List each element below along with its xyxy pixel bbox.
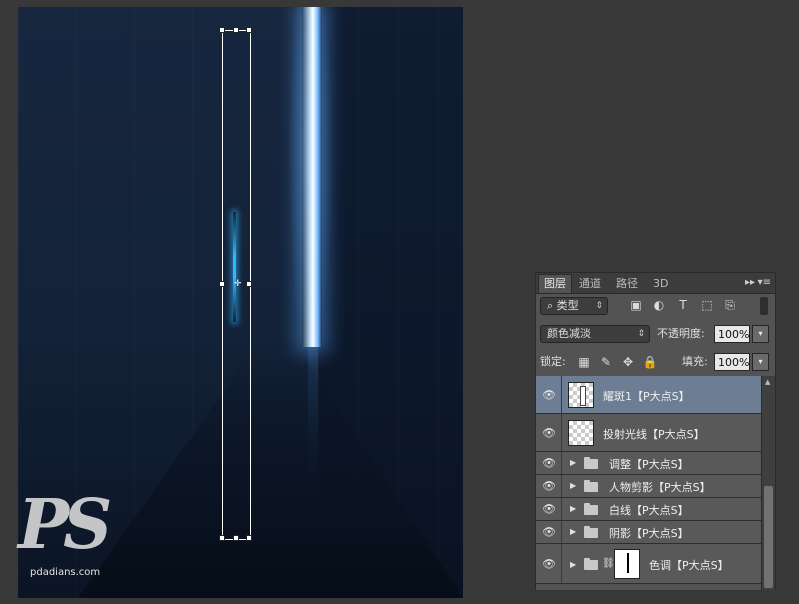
scroll-thumb[interactable] [764, 486, 773, 588]
layer-mask-thumbnail[interactable] [614, 549, 640, 579]
lock-transparent-pixels-icon[interactable]: ▦ [576, 353, 592, 371]
filter-toggle[interactable] [760, 297, 768, 315]
transform-handle-bottom-left[interactable] [219, 535, 225, 541]
group-name: 白线【P大点S】 [609, 504, 689, 517]
tab-layers[interactable]: 图层 [538, 274, 572, 293]
collapse-panel-icon[interactable]: ▸▸ [745, 275, 755, 291]
chevron-updown-icon: ⇕ [637, 329, 645, 339]
layer-row[interactable]: 👁 投射光线【P大点S】 [536, 414, 762, 452]
transform-center-icon[interactable]: ✛ [234, 280, 242, 289]
lock-position-icon[interactable]: ✥ [620, 353, 636, 371]
search-icon: ⌕ [547, 299, 557, 312]
filter-row: ⌕ 类型 ⇕ ▣ ◐ T ⬚ ⎘ [536, 297, 775, 317]
light-slit [302, 7, 322, 347]
tab-channels[interactable]: 通道 [574, 275, 606, 293]
layer-row[interactable]: 👁 耀斑1【P大点S】 [536, 376, 762, 414]
shape-icon[interactable]: ⬚ [699, 297, 715, 313]
folder-icon [584, 480, 598, 492]
layer-group-row[interactable]: 👁 ▶ 阴影【P大点S】 [536, 521, 762, 544]
blend-row: 颜色减淡 ⇕ 不透明度: 100% ▾ [536, 325, 775, 345]
text-icon[interactable]: T [675, 297, 691, 313]
blend-mode-label: 颜色减淡 [547, 327, 591, 340]
layer-group-row[interactable]: 👁 ▶ 调整【P大点S】 [536, 452, 762, 475]
scroll-up-icon[interactable]: ▲ [765, 378, 770, 386]
lock-all-icon[interactable]: 🔒 [642, 353, 658, 371]
layer-thumbnail [568, 382, 594, 408]
watermark-site: pdadians.com [30, 567, 101, 578]
fill-label: 填充: [682, 355, 708, 368]
transform-handle-top-right[interactable] [246, 27, 252, 33]
lock-image-pixels-icon[interactable]: ✎ [598, 353, 614, 371]
expand-triangle-icon[interactable]: ▶ [570, 527, 576, 536]
group-name: 调整【P大点S】 [609, 458, 689, 471]
filter-kind-select[interactable]: ⌕ 类型 ⇕ [540, 297, 608, 315]
folder-icon [584, 526, 598, 538]
visibility-eye-icon[interactable]: 👁 [536, 498, 562, 520]
expand-triangle-icon[interactable]: ▶ [570, 458, 576, 467]
tab-paths[interactable]: 路径 [611, 275, 643, 293]
visibility-eye-icon[interactable]: 👁 [536, 376, 562, 413]
panel-tab-bar: 图层 通道 路径 3D ▸▸ ▾≡ [536, 273, 775, 294]
chevron-updown-icon: ⇕ [595, 301, 603, 311]
blend-mode-select[interactable]: 颜色减淡 ⇕ [540, 325, 650, 343]
transform-handle-bottom-right[interactable] [246, 535, 252, 541]
transform-handle-bottom[interactable] [233, 535, 239, 541]
filter-kind-label: 类型 [556, 299, 579, 312]
visibility-eye-icon[interactable]: 👁 [536, 521, 562, 543]
layer-group-row[interactable]: 👁 ▶ 人物剪影【P大点S】 [536, 475, 762, 498]
smart-object-icon[interactable]: ⎘ [722, 297, 738, 313]
layers-scrollbar[interactable]: ▲ [761, 376, 775, 590]
layers-list: 👁 耀斑1【P大点S】 👁 投射光线【P大点S】 👁 ▶ 调整【P大点S】 👁 … [536, 376, 762, 590]
image-icon[interactable]: ▣ [628, 297, 644, 313]
layer-name: 耀斑1【P大点S】 [603, 390, 690, 403]
expand-triangle-icon[interactable]: ▶ [570, 504, 576, 513]
visibility-eye-icon[interactable]: 👁 [536, 475, 562, 497]
folder-icon [584, 457, 598, 469]
transform-bounding-box[interactable]: ✛ [219, 27, 252, 541]
layer-thumbnail [568, 420, 594, 446]
layers-panel: 图层 通道 路径 3D ▸▸ ▾≡ ⌕ 类型 ⇕ ▣ ◐ T ⬚ ⎘ 颜色减淡 … [535, 272, 776, 590]
chain-link-icon[interactable]: ⛓ [602, 558, 615, 569]
opacity-input[interactable]: 100% [714, 325, 750, 343]
layer-name: 投射光线【P大点S】 [603, 428, 705, 441]
visibility-eye-icon[interactable]: 👁 [536, 452, 562, 474]
folder-icon [584, 503, 598, 515]
layer-group-row[interactable]: 👁 ▶ 白线【P大点S】 [536, 498, 762, 521]
group-name: 阴影【P大点S】 [609, 527, 689, 540]
lock-row: 锁定: ▦ ✎ ✥ 🔒 填充: 100% ▾ [536, 353, 775, 373]
tab-3d[interactable]: 3D [648, 275, 673, 293]
fill-input[interactable]: 100% [714, 353, 750, 371]
opacity-dropdown-button[interactable]: ▾ [752, 325, 769, 343]
group-name: 色调【P大点S】 [649, 559, 729, 572]
visibility-eye-icon[interactable]: 👁 [536, 544, 562, 583]
panel-menu-icon[interactable]: ▾≡ [758, 275, 771, 291]
watermark: PS pdadians.com [18, 490, 128, 585]
opacity-label: 不透明度: [657, 327, 705, 340]
transform-handle-right[interactable] [246, 281, 252, 287]
fill-dropdown-button[interactable]: ▾ [752, 353, 769, 371]
folder-icon [584, 558, 598, 570]
layer-group-row[interactable]: 👁 ▶ ⛓ 色调【P大点S】 [536, 544, 762, 584]
lock-label: 锁定: [540, 355, 566, 368]
watermark-logo: PS [18, 485, 112, 565]
visibility-eye-icon[interactable]: 👁 [536, 414, 562, 451]
adjustment-icon[interactable]: ◐ [651, 297, 667, 313]
expand-triangle-icon[interactable]: ▶ [570, 560, 576, 569]
expand-triangle-icon[interactable]: ▶ [570, 481, 576, 490]
transform-handle-top[interactable] [233, 27, 239, 33]
transform-handle-top-left[interactable] [219, 27, 225, 33]
group-name: 人物剪影【P大点S】 [609, 481, 711, 494]
transform-handle-left[interactable] [219, 281, 225, 287]
